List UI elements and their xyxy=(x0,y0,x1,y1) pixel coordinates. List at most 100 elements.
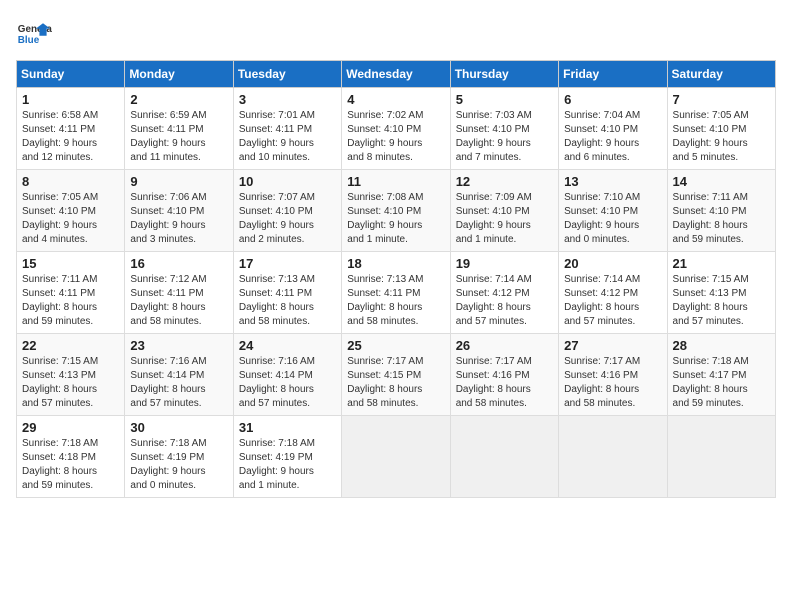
calendar-day-17: 17 Sunrise: 7:13 AM Sunset: 4:11 PM Dayli… xyxy=(233,252,341,334)
day-header-wednesday: Wednesday xyxy=(342,61,450,88)
calendar-day-18: 18 Sunrise: 7:13 AM Sunset: 4:11 PM Dayli… xyxy=(342,252,450,334)
svg-text:Blue: Blue xyxy=(18,35,40,46)
day-number: 26 xyxy=(456,338,553,353)
day-header-sunday: Sunday xyxy=(17,61,125,88)
day-info: Sunrise: 7:13 AM Sunset: 4:11 PM Dayligh… xyxy=(239,273,336,329)
logo-icon: General Blue xyxy=(16,16,52,52)
day-info: Sunrise: 6:58 AM Sunset: 4:11 PM Dayligh… xyxy=(22,109,119,165)
day-info: Sunrise: 6:59 AM Sunset: 4:11 PM Dayligh… xyxy=(130,109,227,165)
day-info: Sunrise: 7:13 AM Sunset: 4:11 PM Dayligh… xyxy=(347,273,444,329)
page-header: General Blue xyxy=(16,16,776,52)
day-info: Sunrise: 7:02 AM Sunset: 4:10 PM Dayligh… xyxy=(347,109,444,165)
svg-text:General: General xyxy=(18,24,52,35)
calendar-day-9: 9 Sunrise: 7:06 AM Sunset: 4:10 PM Daylig… xyxy=(125,170,233,252)
day-number: 11 xyxy=(347,174,444,189)
day-number: 3 xyxy=(239,92,336,107)
day-info: Sunrise: 7:14 AM Sunset: 4:12 PM Dayligh… xyxy=(564,273,661,329)
day-info: Sunrise: 7:16 AM Sunset: 4:14 PM Dayligh… xyxy=(130,355,227,411)
calendar-day-1: 1 Sunrise: 6:58 AM Sunset: 4:11 PM Daylig… xyxy=(17,88,125,170)
calendar-week-5: 29 Sunrise: 7:18 AM Sunset: 4:18 PM Dayli… xyxy=(17,416,776,498)
day-info: Sunrise: 7:06 AM Sunset: 4:10 PM Dayligh… xyxy=(130,191,227,247)
day-info: Sunrise: 7:17 AM Sunset: 4:16 PM Dayligh… xyxy=(456,355,553,411)
day-number: 28 xyxy=(673,338,770,353)
calendar-day-2: 2 Sunrise: 6:59 AM Sunset: 4:11 PM Daylig… xyxy=(125,88,233,170)
day-number: 9 xyxy=(130,174,227,189)
day-info: Sunrise: 7:18 AM Sunset: 4:18 PM Dayligh… xyxy=(22,437,119,493)
day-number: 24 xyxy=(239,338,336,353)
calendar-day-31: 31 Sunrise: 7:18 AM Sunset: 4:19 PM Dayli… xyxy=(233,416,341,498)
empty-cell xyxy=(667,416,775,498)
calendar-week-2: 8Sunrise: 7:05 AM Sunset: 4:10 PM Daylig… xyxy=(17,170,776,252)
calendar-day-3: 3Sunrise: 7:01 AM Sunset: 4:11 PM Daylig… xyxy=(233,88,341,170)
day-number: 29 xyxy=(22,420,119,435)
calendar-day-21: 21 Sunrise: 7:15 AM Sunset: 4:13 PM Dayli… xyxy=(667,252,775,334)
calendar-day-28: 28Sunrise: 7:18 AM Sunset: 4:17 PM Dayli… xyxy=(667,334,775,416)
calendar-day-25: 25 Sunrise: 7:17 AM Sunset: 4:15 PM Dayli… xyxy=(342,334,450,416)
day-info: Sunrise: 7:09 AM Sunset: 4:10 PM Dayligh… xyxy=(456,191,553,247)
day-info: Sunrise: 7:17 AM Sunset: 4:16 PM Dayligh… xyxy=(564,355,661,411)
day-number: 19 xyxy=(456,256,553,271)
day-info: Sunrise: 7:15 AM Sunset: 4:13 PM Dayligh… xyxy=(22,355,119,411)
calendar-day-11: 11 Sunrise: 7:08 AM Sunset: 4:10 PM Dayli… xyxy=(342,170,450,252)
empty-cell xyxy=(450,416,558,498)
day-number: 31 xyxy=(239,420,336,435)
day-number: 5 xyxy=(456,92,553,107)
calendar-day-16: 16 Sunrise: 7:12 AM Sunset: 4:11 PM Dayli… xyxy=(125,252,233,334)
calendar-day-14: 14Sunrise: 7:11 AM Sunset: 4:10 PM Dayli… xyxy=(667,170,775,252)
day-number: 22 xyxy=(22,338,119,353)
day-info: Sunrise: 7:14 AM Sunset: 4:12 PM Dayligh… xyxy=(456,273,553,329)
day-info: Sunrise: 7:15 AM Sunset: 4:13 PM Dayligh… xyxy=(673,273,770,329)
calendar-day-19: 19 Sunrise: 7:14 AM Sunset: 4:12 PM Dayli… xyxy=(450,252,558,334)
day-number: 16 xyxy=(130,256,227,271)
calendar-day-5: 5 Sunrise: 7:03 AM Sunset: 4:10 PM Daylig… xyxy=(450,88,558,170)
calendar-header-row: SundayMondayTuesdayWednesdayThursdayFrid… xyxy=(17,61,776,88)
day-number: 30 xyxy=(130,420,227,435)
day-number: 2 xyxy=(130,92,227,107)
empty-cell xyxy=(342,416,450,498)
day-info: Sunrise: 7:12 AM Sunset: 4:11 PM Dayligh… xyxy=(130,273,227,329)
day-number: 18 xyxy=(347,256,444,271)
day-info: Sunrise: 7:18 AM Sunset: 4:19 PM Dayligh… xyxy=(239,437,336,493)
day-number: 12 xyxy=(456,174,553,189)
day-info: Sunrise: 7:16 AM Sunset: 4:14 PM Dayligh… xyxy=(239,355,336,411)
calendar-day-6: 6 Sunrise: 7:04 AM Sunset: 4:10 PM Daylig… xyxy=(559,88,667,170)
day-number: 27 xyxy=(564,338,661,353)
day-number: 4 xyxy=(347,92,444,107)
day-info: Sunrise: 7:11 AM Sunset: 4:11 PM Dayligh… xyxy=(22,273,119,329)
day-number: 8 xyxy=(22,174,119,189)
day-number: 1 xyxy=(22,92,119,107)
day-info: Sunrise: 7:17 AM Sunset: 4:15 PM Dayligh… xyxy=(347,355,444,411)
day-header-friday: Friday xyxy=(559,61,667,88)
day-number: 20 xyxy=(564,256,661,271)
day-info: Sunrise: 7:18 AM Sunset: 4:19 PM Dayligh… xyxy=(130,437,227,493)
calendar-week-4: 22 Sunrise: 7:15 AM Sunset: 4:13 PM Dayli… xyxy=(17,334,776,416)
calendar-week-3: 15Sunrise: 7:11 AM Sunset: 4:11 PM Dayli… xyxy=(17,252,776,334)
calendar-day-24: 24 Sunrise: 7:16 AM Sunset: 4:14 PM Dayli… xyxy=(233,334,341,416)
day-number: 7 xyxy=(673,92,770,107)
day-info: Sunrise: 7:05 AM Sunset: 4:10 PM Dayligh… xyxy=(673,109,770,165)
day-header-monday: Monday xyxy=(125,61,233,88)
day-header-tuesday: Tuesday xyxy=(233,61,341,88)
day-number: 10 xyxy=(239,174,336,189)
day-info: Sunrise: 7:03 AM Sunset: 4:10 PM Dayligh… xyxy=(456,109,553,165)
day-number: 6 xyxy=(564,92,661,107)
calendar-day-15: 15Sunrise: 7:11 AM Sunset: 4:11 PM Dayli… xyxy=(17,252,125,334)
calendar-day-20: 20 Sunrise: 7:14 AM Sunset: 4:12 PM Dayli… xyxy=(559,252,667,334)
day-info: Sunrise: 7:08 AM Sunset: 4:10 PM Dayligh… xyxy=(347,191,444,247)
calendar-day-10: 10 Sunrise: 7:07 AM Sunset: 4:10 PM Dayli… xyxy=(233,170,341,252)
calendar-day-30: 30 Sunrise: 7:18 AM Sunset: 4:19 PM Dayli… xyxy=(125,416,233,498)
calendar-table: SundayMondayTuesdayWednesdayThursdayFrid… xyxy=(16,60,776,498)
calendar-day-23: 23Sunrise: 7:16 AM Sunset: 4:14 PM Dayli… xyxy=(125,334,233,416)
day-info: Sunrise: 7:07 AM Sunset: 4:10 PM Dayligh… xyxy=(239,191,336,247)
calendar-week-1: 1 Sunrise: 6:58 AM Sunset: 4:11 PM Daylig… xyxy=(17,88,776,170)
day-info: Sunrise: 7:11 AM Sunset: 4:10 PM Dayligh… xyxy=(673,191,770,247)
calendar-day-29: 29 Sunrise: 7:18 AM Sunset: 4:18 PM Dayli… xyxy=(17,416,125,498)
calendar-day-7: 7 Sunrise: 7:05 AM Sunset: 4:10 PM Daylig… xyxy=(667,88,775,170)
day-number: 21 xyxy=(673,256,770,271)
day-number: 25 xyxy=(347,338,444,353)
calendar-day-12: 12 Sunrise: 7:09 AM Sunset: 4:10 PM Dayli… xyxy=(450,170,558,252)
day-number: 17 xyxy=(239,256,336,271)
calendar-day-22: 22 Sunrise: 7:15 AM Sunset: 4:13 PM Dayli… xyxy=(17,334,125,416)
calendar-day-27: 27 Sunrise: 7:17 AM Sunset: 4:16 PM Dayli… xyxy=(559,334,667,416)
day-info: Sunrise: 7:04 AM Sunset: 4:10 PM Dayligh… xyxy=(564,109,661,165)
